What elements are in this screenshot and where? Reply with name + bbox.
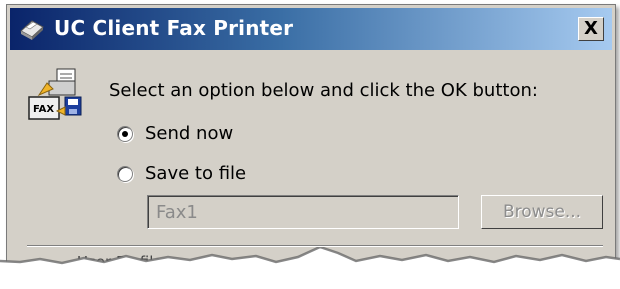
fax-machine-icon: FAX bbox=[28, 68, 82, 120]
radio-save-to-file[interactable] bbox=[117, 165, 133, 182]
torn-edge bbox=[0, 247, 620, 289]
file-name-field[interactable] bbox=[147, 195, 459, 229]
instruction-text: Select an option below and click the OK … bbox=[109, 80, 538, 101]
printer-icon bbox=[20, 20, 44, 40]
option-save-to-file[interactable]: Save to file bbox=[117, 163, 246, 184]
option-send-now[interactable]: Send now bbox=[117, 123, 233, 144]
close-icon: X bbox=[584, 18, 598, 39]
title-bar[interactable]: UC Client Fax Printer X bbox=[10, 8, 612, 50]
browse-button[interactable]: Browse... bbox=[481, 195, 603, 229]
radio-send-now[interactable] bbox=[117, 125, 133, 142]
window-title: UC Client Fax Printer bbox=[54, 16, 294, 40]
svg-text:FAX: FAX bbox=[33, 104, 54, 115]
fax-printer-dialog: UC Client Fax Printer X FAX Select an op… bbox=[6, 4, 616, 276]
close-button[interactable]: X bbox=[578, 17, 604, 41]
option-save-to-file-label: Save to file bbox=[145, 163, 247, 184]
option-send-now-label: Send now bbox=[145, 123, 234, 144]
